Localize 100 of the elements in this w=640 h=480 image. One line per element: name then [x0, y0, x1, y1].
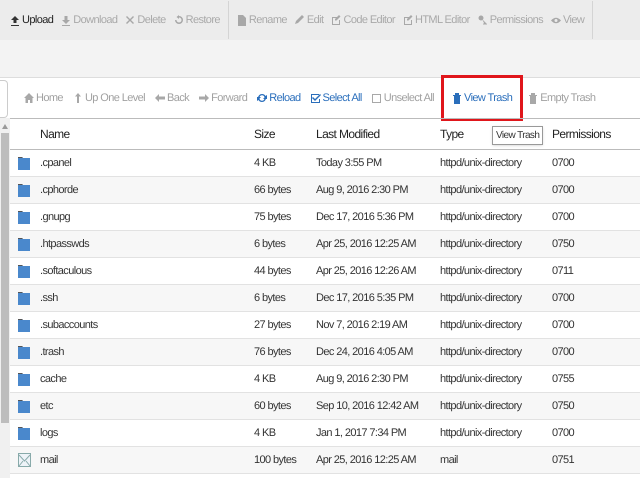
table-cell-text: Today 3:55 PM: [316, 156, 383, 171]
table-cell-text: httpd/unix-directory: [440, 290, 523, 306]
edit-box-icon: [331, 14, 342, 26]
table-cell-text: .cphorde: [40, 182, 80, 198]
envelope-icon: [18, 453, 31, 467]
trash-icon: [452, 92, 462, 104]
table-cell-text: .trash: [40, 344, 65, 360]
table-cell-text: 0700: [552, 156, 576, 171]
table-cell-text: Aug 9, 2016 2:30 PM: [316, 372, 409, 387]
table-cell-text: httpd/unix-directory: [440, 156, 523, 171]
scrollbar[interactable]: [0, 118, 10, 478]
tooltip: View Trash: [492, 126, 544, 145]
folder-icon: [18, 399, 30, 413]
table-cell-text: cache: [40, 372, 68, 387]
checked-box-icon: [310, 92, 320, 104]
column-header[interactable]: Last Modified: [316, 125, 440, 143]
table-cell-text: 6 bytes: [254, 290, 286, 306]
table-cell-text: Apr 25, 2016 12:25 AM: [316, 236, 417, 252]
table-cell-text: logs: [40, 426, 59, 441]
file-icon: [236, 14, 247, 26]
table-cell-text: 100 bytes: [254, 452, 298, 468]
edit-box-icon: [402, 14, 413, 26]
table-cell-text: 0750: [552, 236, 576, 252]
refresh-icon: [257, 92, 268, 104]
upload-icon: [10, 14, 20, 26]
table-cell-text: .htpasswds: [40, 236, 90, 252]
table-cell-text: Dec 24, 2016 4:05 AM: [316, 344, 414, 360]
up-arrow-icon: [72, 92, 83, 104]
table-cell-text: mail: [440, 452, 459, 468]
table-cell-text: 0700: [552, 290, 576, 306]
table-cell-text: 0700: [552, 210, 576, 225]
table-cell-text: Dec 17, 2016 5:36 PM: [316, 210, 414, 225]
table-cell-text: .gnupg: [40, 210, 72, 225]
toolbar-button[interactable]: Upload: [10, 12, 54, 28]
table-cell-text: Jan 1, 2017 7:34 PM: [316, 426, 408, 441]
table-cell-text: 44 bytes: [254, 264, 292, 279]
table-cell-text: httpd/unix-directory: [440, 264, 523, 279]
folder-icon: [18, 318, 30, 332]
folder-icon: [18, 183, 30, 197]
table-cell-text: etc: [40, 398, 54, 414]
home-icon: [24, 92, 34, 104]
checkbox-icon: [372, 92, 382, 104]
table-cell-text: 0700: [552, 344, 576, 360]
table-cell-text: 76 bytes: [254, 344, 292, 360]
table-cell-text: httpd/unix-directory: [440, 182, 523, 198]
table-cell-text: Aug 9, 2016 2:30 PM: [316, 182, 409, 198]
scroll-thumb[interactable]: [1, 133, 9, 423]
folder-icon: [18, 264, 30, 278]
scroll-up-icon[interactable]: [2, 124, 8, 129]
table-cell-text: 0700: [552, 318, 576, 333]
table-cell-text: .cpanel: [40, 156, 72, 171]
table-cell-text: 0700: [552, 426, 576, 441]
table-cell-text: 75 bytes: [254, 210, 292, 225]
column-header[interactable]: Name: [10, 125, 254, 143]
table-cell-text: httpd/unix-directory: [440, 236, 523, 252]
table-cell-text: httpd/unix-directory: [440, 318, 523, 333]
folder-icon: [18, 156, 30, 170]
table-cell-text: 4 KB: [254, 156, 276, 171]
table-cell-text: 0700: [552, 182, 576, 198]
table-cell-text: httpd/unix-directory: [440, 210, 523, 225]
nav-button[interactable]: Reload: [257, 90, 300, 106]
folder-icon: [18, 210, 30, 224]
column-header[interactable]: Permissions: [552, 125, 610, 143]
table-cell-text: 0750: [552, 398, 576, 414]
folder-icon: [18, 372, 30, 386]
table-cell-text: 0751: [552, 452, 576, 468]
table-cell-text: Apr 25, 2016 12:26 AM: [316, 264, 417, 279]
table-cell-text: 27 bytes: [254, 318, 292, 333]
delete-icon: [125, 14, 136, 26]
table-cell-text: httpd/unix-directory: [440, 344, 523, 360]
column-header[interactable]: Size: [254, 125, 316, 143]
nav-button[interactable]: View Trash: [444, 78, 520, 118]
table-cell-text: 6 bytes: [254, 236, 286, 252]
table-cell-text: 4 KB: [254, 426, 276, 441]
download-icon: [61, 14, 72, 26]
path-field[interactable]: [0, 80, 8, 118]
table-cell-text: .subaccounts: [40, 318, 99, 333]
table-cell-text: 0755: [552, 372, 576, 387]
table-cell-text: Nov 7, 2016 2:19 AM: [316, 318, 408, 333]
table-cell-text: Apr 25, 2016 12:25 AM: [316, 452, 417, 468]
table-cell-text: httpd/unix-directory: [440, 398, 523, 414]
table-cell-text: httpd/unix-directory: [440, 372, 523, 387]
undo-icon: [174, 14, 184, 26]
table-cell-text: Sep 10, 2016 12:42 AM: [316, 398, 420, 414]
table-cell-text: 0711: [552, 264, 574, 279]
pencil-icon: [294, 14, 305, 26]
table-cell-text: Dec 17, 2016 5:35 PM: [316, 290, 414, 306]
table-cell-text: mail: [40, 452, 59, 468]
right-arrow-icon: [199, 92, 210, 104]
folder-icon: [18, 291, 30, 305]
nav-button[interactable]: Select All: [310, 90, 362, 106]
folder-icon: [18, 237, 30, 251]
table-cell-text: 66 bytes: [254, 182, 292, 198]
table-cell-text: .ssh: [40, 290, 59, 306]
table-cell-text: .softaculous: [40, 264, 93, 279]
folder-icon: [18, 345, 30, 359]
table-cell-text: 4 KB: [254, 372, 276, 387]
key-icon: [478, 14, 488, 26]
table-cell-text: 60 bytes: [254, 398, 292, 414]
left-arrow-icon: [155, 92, 166, 104]
